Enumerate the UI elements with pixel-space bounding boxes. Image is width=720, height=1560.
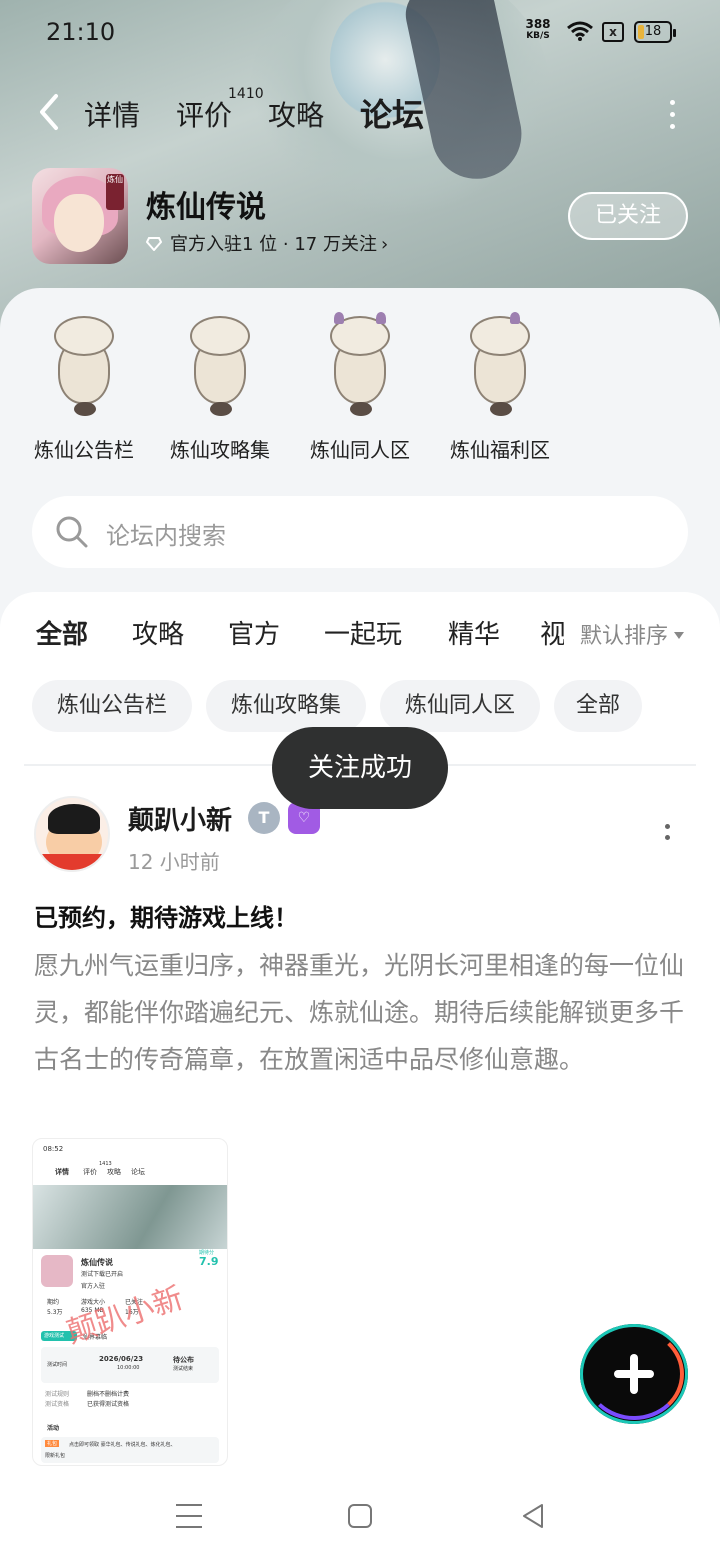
feed-tab-featured[interactable]: 精华 [448, 614, 500, 651]
post-body[interactable]: 愿九州气运重归序，神器重光，光阴长河里相逢的每一位仙灵，都能伴你踏遍纪元、炼就仙… [34, 942, 684, 1083]
mascot-icon [180, 310, 260, 420]
post-author[interactable]: 颠趴小新 [128, 800, 232, 837]
level-badge-icon: T [248, 802, 280, 834]
shot-stat: 期约 [47, 1299, 60, 1306]
battery-icon: 18 [634, 21, 676, 43]
game-subtitle-text: 官方入驻1 位 · 17 万关注 [170, 234, 377, 255]
section-label: 炼仙福利区 [450, 438, 550, 462]
shot-tab: 论坛 [131, 1168, 145, 1176]
sort-dropdown[interactable]: 默认排序 [580, 618, 685, 650]
shot-qual-label: 测试资格 [45, 1401, 70, 1408]
shot-banner [33, 1185, 227, 1249]
feed-tab-video[interactable]: 视 [540, 614, 564, 651]
shot-time: 08:52 [43, 1145, 64, 1153]
shot-test-end-sub: 测试结束 [173, 1366, 194, 1372]
shot-game-sub: 测试下载已开启 [81, 1271, 124, 1278]
section-label: 炼仙同人区 [310, 438, 410, 462]
post-more-icon[interactable] [662, 824, 672, 844]
section-fanart[interactable]: 炼仙同人区 [300, 310, 420, 463]
sim-icon: x [602, 22, 624, 42]
mascot-icon [320, 310, 400, 420]
shot-gift-tag: 礼包 [45, 1440, 60, 1447]
sort-label: 默认排序 [580, 624, 669, 649]
section-announcements[interactable]: 炼仙公告栏 [24, 310, 144, 463]
plus-icon-vertical [630, 1354, 638, 1394]
caret-down-icon [674, 632, 685, 639]
system-nav-bar [0, 1480, 720, 1560]
shot-qual-value: 已获得测试资格 [87, 1401, 130, 1408]
chip-fanart[interactable]: 炼仙同人区 [380, 680, 540, 732]
shot-tab: 详情 [55, 1168, 69, 1176]
post-time: 12 小时前 [128, 850, 220, 874]
shot-rule-label: 测试规则 [45, 1391, 70, 1398]
search-placeholder: 论坛内搜索 [106, 522, 226, 550]
diamond-icon [146, 237, 162, 251]
shot-game-icon [41, 1255, 73, 1287]
status-time: 21:10 [46, 18, 116, 46]
game-title: 炼仙传说 [146, 190, 266, 225]
section-label: 炼仙公告栏 [34, 438, 134, 462]
shot-rule-value: 删档不删档计费 [87, 1391, 130, 1398]
top-nav: 详情 评价 1410 攻略 论坛 [0, 84, 720, 144]
follow-button[interactable]: 已关注 [568, 192, 688, 240]
toast-message: 关注成功 [272, 727, 448, 809]
battery-nub [673, 29, 676, 37]
back-arrow-icon[interactable] [34, 92, 64, 132]
chip-all[interactable]: 全部 [554, 680, 642, 732]
shot-score: 7.9 [199, 1255, 219, 1268]
tab-reviews[interactable]: 评价 [176, 94, 232, 134]
net-speed-unit: KB/S [526, 31, 550, 41]
post-title[interactable]: 已预约，期待游戏上线！ [34, 898, 298, 933]
feed-tab-guides[interactable]: 攻略 [132, 614, 184, 651]
tab-details[interactable]: 详情 [84, 94, 140, 134]
more-menu-icon[interactable] [664, 100, 680, 130]
home-icon[interactable] [348, 1504, 372, 1528]
icon-tag: 炼仙 [106, 174, 124, 210]
shot-gift-text: 点击即可领取 豪华礼包、传说礼包、炼化礼包、 [69, 1442, 176, 1448]
chip-announcements[interactable]: 炼仙公告栏 [32, 680, 192, 732]
game-icon[interactable]: 炼仙 [32, 168, 128, 264]
reviews-count: 1410 [228, 86, 264, 102]
feed-tab-official[interactable]: 官方 [228, 614, 280, 651]
chip-guides[interactable]: 炼仙攻略集 [206, 680, 366, 732]
shot-test-time-label: 测试时间 [47, 1362, 68, 1368]
shot-test-time: 10:00:00 [117, 1365, 140, 1371]
feed-tab-all[interactable]: 全部 [36, 614, 89, 651]
create-post-button[interactable] [580, 1324, 688, 1424]
system-back-icon[interactable] [520, 1502, 546, 1530]
mascot-icon [44, 310, 124, 420]
tab-forum-label: 论坛 [360, 96, 425, 134]
icon-face [54, 194, 104, 252]
tab-guides[interactable]: 攻略 [268, 94, 324, 134]
chevron-right-icon: › [380, 234, 389, 255]
shot-tab: 评价 [83, 1168, 97, 1176]
feed-tab-label: 全部 [36, 620, 89, 650]
battery-level: 18 [644, 24, 662, 39]
mascot-icon [460, 310, 540, 420]
shot-test-tag: 游戏测试 [44, 1333, 65, 1339]
net-speed-value: 388 [525, 17, 551, 31]
shot-activity: 活动 [47, 1425, 60, 1432]
tab-forum[interactable]: 论坛 [360, 90, 425, 136]
shot-tab: 攻略 [107, 1168, 121, 1176]
shot-game-tag: 官方入驻 [81, 1283, 106, 1290]
section-label: 炼仙攻略集 [170, 438, 270, 462]
shot-test-end: 待公布 [173, 1356, 194, 1364]
shot-game-name: 炼仙传说 [81, 1258, 113, 1267]
section-welfare[interactable]: 炼仙福利区 [440, 310, 560, 463]
shot-test-date: 2026/06/23 [99, 1355, 144, 1363]
search-bar[interactable]: 论坛内搜索 [32, 496, 688, 568]
avatar[interactable] [34, 796, 110, 872]
recent-apps-icon[interactable] [176, 1504, 202, 1530]
shot-gift-text2: 限新礼包 [45, 1453, 66, 1459]
feed-tab-play-together[interactable]: 一起玩 [324, 614, 402, 651]
status-bar: 21:10 388 KB/S x 18 [0, 0, 720, 64]
net-speed: 388 KB/S [522, 18, 554, 42]
forum-sections: 炼仙公告栏 炼仙攻略集 炼仙同人区 炼仙福利区 [24, 310, 584, 470]
game-subtitle[interactable]: 官方入驻1 位 · 17 万关注 › [146, 230, 388, 256]
wifi-icon [567, 21, 593, 41]
section-guides[interactable]: 炼仙攻略集 [160, 310, 280, 463]
search-icon [56, 516, 88, 548]
